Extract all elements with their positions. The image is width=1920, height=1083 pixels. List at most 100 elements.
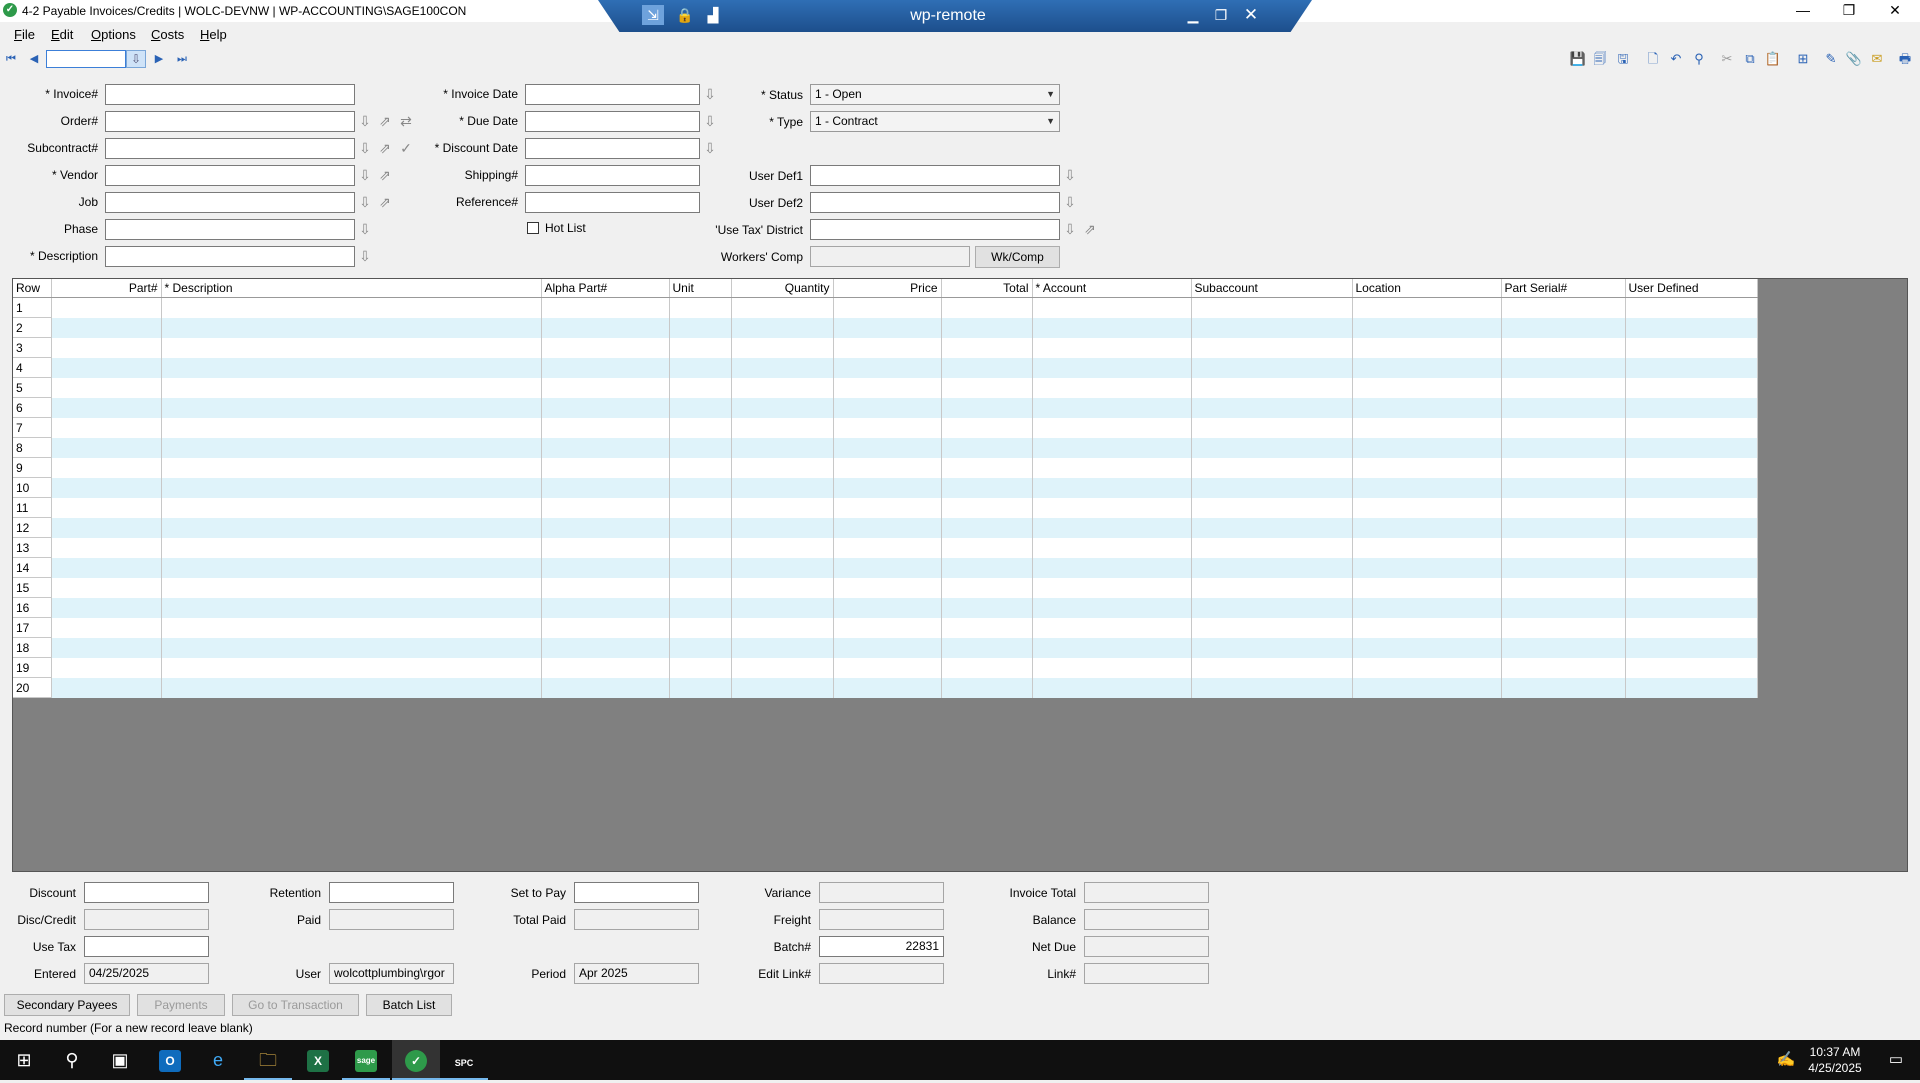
phase-lookup-button[interactable]: ⇩ <box>357 220 373 238</box>
task-view-button[interactable]: ▣ <box>96 1040 144 1080</box>
grid-cell[interactable] <box>833 617 942 638</box>
grid-cell[interactable] <box>833 557 942 578</box>
subcontract-lookup-button[interactable]: ⇩ <box>357 139 373 157</box>
invoice-total-input[interactable] <box>1084 882 1209 903</box>
grid-cell[interactable] <box>1191 477 1353 498</box>
column-header-account[interactable]: * Account <box>1032 279 1192 298</box>
variance-input[interactable] <box>819 882 944 903</box>
order-lookup-button[interactable]: ⇩ <box>357 112 373 130</box>
vendor-open-button[interactable]: ⇗ <box>377 166 393 184</box>
grid-cell[interactable] <box>1032 617 1192 638</box>
vendor-input[interactable] <box>105 165 355 186</box>
payments-button[interactable]: Payments <box>137 994 225 1016</box>
vendor-lookup-button[interactable]: ⇩ <box>357 166 373 184</box>
grid-cell[interactable] <box>1625 657 1758 678</box>
grid-cell[interactable] <box>51 477 162 498</box>
grid-cell[interactable] <box>51 317 162 338</box>
grid-cell[interactable] <box>541 377 670 398</box>
link-input[interactable] <box>1084 963 1209 984</box>
grid-cell[interactable] <box>941 357 1033 378</box>
grid-cell[interactable] <box>669 457 732 478</box>
grid-cell[interactable] <box>541 537 670 558</box>
grid-cell[interactable] <box>1625 537 1758 558</box>
sage-active-button[interactable]: ✓ <box>392 1040 440 1080</box>
grid-cell[interactable] <box>1501 617 1626 638</box>
grid-cell[interactable] <box>833 397 942 418</box>
copy-button[interactable]: ⧉ <box>1741 50 1759 68</box>
column-header-location[interactable]: Location <box>1352 279 1502 298</box>
grid-cell[interactable] <box>1032 557 1192 578</box>
grid-cell[interactable] <box>731 337 834 358</box>
grid-cell[interactable] <box>1501 417 1626 438</box>
phase-input[interactable] <box>105 219 355 240</box>
order-open-button[interactable]: ⇗ <box>377 112 393 130</box>
grid-cell[interactable] <box>1501 357 1626 378</box>
cut-button[interactable]: ✂ <box>1718 50 1736 68</box>
set-to-pay-input[interactable] <box>574 882 699 903</box>
description-lookup-button[interactable]: ⇩ <box>357 247 373 265</box>
grid-cell[interactable] <box>833 497 942 518</box>
grid-cell[interactable] <box>669 617 732 638</box>
edit-link-input[interactable] <box>819 963 944 984</box>
subcontract-open-button[interactable]: ⇗ <box>377 139 393 157</box>
grid-cell[interactable] <box>51 297 162 318</box>
grid-cell[interactable] <box>1501 457 1626 478</box>
wk-comp-button[interactable]: Wk/Comp <box>975 246 1060 268</box>
grid-cell[interactable] <box>1032 677 1192 698</box>
grid-cell[interactable] <box>1625 397 1758 418</box>
grid-cell[interactable] <box>161 577 542 598</box>
last-record-button[interactable]: ⏭ <box>175 52 189 66</box>
grid-cell[interactable] <box>833 477 942 498</box>
grid-cell[interactable] <box>1352 537 1502 558</box>
grid-cell[interactable] <box>541 397 670 418</box>
grid-cell[interactable] <box>1352 397 1502 418</box>
grid-cell[interactable] <box>161 477 542 498</box>
grid-cell[interactable] <box>941 437 1033 458</box>
grid-cell[interactable] <box>1191 417 1353 438</box>
grid-cell[interactable] <box>1191 377 1353 398</box>
restore-button[interactable]: ❐ <box>1826 0 1872 22</box>
grid-cell[interactable] <box>1625 597 1758 618</box>
file-explorer-button[interactable]: 🗀 <box>244 1040 292 1080</box>
grid-cell[interactable] <box>833 517 942 538</box>
grid-cell[interactable] <box>669 337 732 358</box>
grid-cell[interactable] <box>161 437 542 458</box>
grid-cell[interactable] <box>51 457 162 478</box>
grid-cell[interactable] <box>1032 597 1192 618</box>
batch-input[interactable]: 22831 <box>819 936 944 957</box>
grid-cell[interactable] <box>669 417 732 438</box>
grid-cell[interactable] <box>1032 317 1192 338</box>
grid-cell[interactable] <box>1625 457 1758 478</box>
grid-cell[interactable] <box>669 517 732 538</box>
grid-cell[interactable] <box>161 497 542 518</box>
grid-cell[interactable] <box>833 597 942 618</box>
grid-cell[interactable] <box>1191 577 1353 598</box>
reference-input[interactable] <box>525 192 700 213</box>
column-header-quantity[interactable]: Quantity <box>731 279 834 298</box>
grid-cell[interactable] <box>1352 417 1502 438</box>
invoice-date-input[interactable] <box>525 84 700 105</box>
discount-input[interactable] <box>84 882 209 903</box>
email-button[interactable]: ✉ <box>1868 50 1886 68</box>
column-header-unit[interactable]: Unit <box>669 279 732 298</box>
grid-cell[interactable] <box>1625 497 1758 518</box>
grid-cell[interactable] <box>161 597 542 618</box>
minimize-button[interactable]: — <box>1780 0 1826 22</box>
grid-cell[interactable] <box>941 637 1033 658</box>
grid-cell[interactable] <box>541 597 670 618</box>
grid-cell[interactable] <box>1352 657 1502 678</box>
next-record-button[interactable]: ▶ <box>152 52 166 66</box>
column-header-user-defined[interactable]: User Defined <box>1625 279 1758 298</box>
grid-cell[interactable] <box>1191 657 1353 678</box>
grid-cell[interactable] <box>51 557 162 578</box>
grid-cell[interactable] <box>669 357 732 378</box>
grid-cell[interactable] <box>1625 517 1758 538</box>
first-record-button[interactable]: ⏮ <box>4 52 18 66</box>
grid-cell[interactable] <box>669 477 732 498</box>
new-button[interactable]: 🗋 <box>1644 50 1662 68</box>
grid-cell[interactable] <box>731 377 834 398</box>
grid-cell[interactable] <box>541 417 670 438</box>
grid-cell[interactable] <box>1191 317 1353 338</box>
secondary-payees-button[interactable]: Secondary Payees <box>4 994 130 1016</box>
subcontract-input[interactable] <box>105 138 355 159</box>
